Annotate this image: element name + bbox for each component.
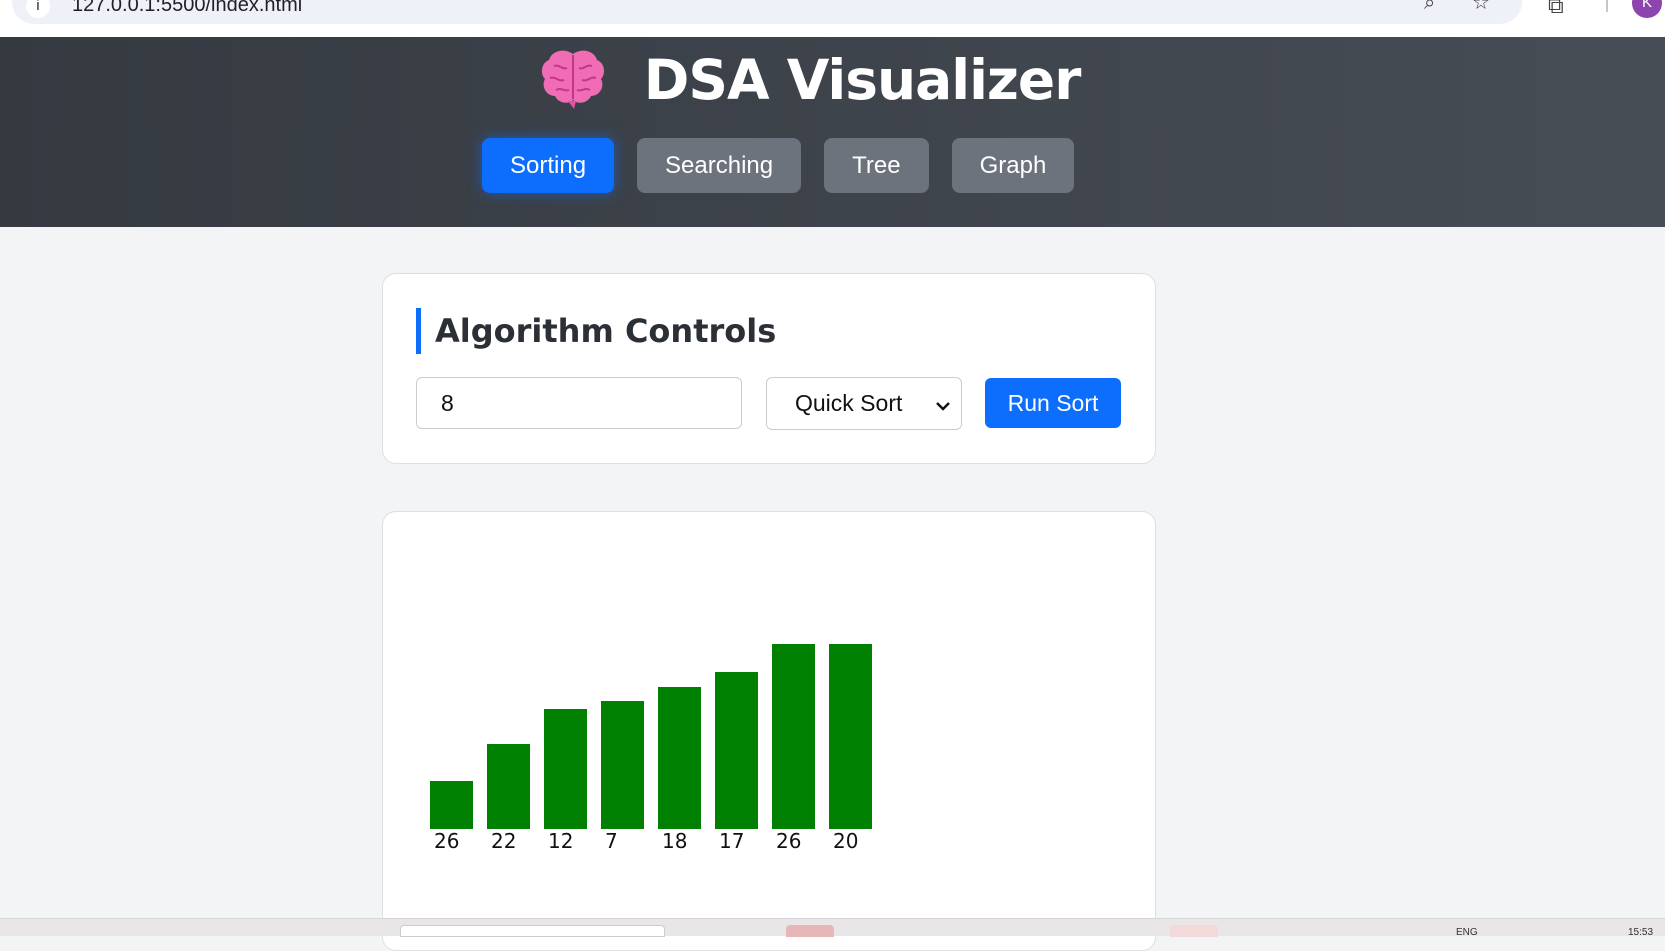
main-nav: Sorting Searching Tree Graph bbox=[482, 138, 1075, 193]
controls-title: Algorithm Controls bbox=[416, 308, 776, 354]
browser-toolbar: i 127.0.0.1:5500/index.html ⌕ ☆ ⧉ K bbox=[0, 0, 1665, 37]
app-brand: DSA Visualizer bbox=[0, 45, 1620, 116]
bar-value-label: 20 bbox=[833, 829, 859, 853]
site-info-icon[interactable]: i bbox=[26, 0, 50, 18]
taskbar-app[interactable] bbox=[1170, 925, 1218, 937]
bar-value-label: 12 bbox=[548, 829, 574, 853]
chevron-down-icon bbox=[933, 378, 953, 429]
bar-column: 18 bbox=[658, 542, 702, 853]
taskbar-language[interactable]: ENG bbox=[1456, 927, 1478, 938]
array-bar bbox=[829, 644, 872, 829]
app-header: DSA Visualizer Sorting Searching Tree Gr… bbox=[0, 37, 1665, 227]
taskbar-clock[interactable]: 15:53 bbox=[1628, 927, 1653, 938]
array-bar bbox=[601, 701, 644, 829]
tab-graph[interactable]: Graph bbox=[951, 138, 1075, 193]
visualizer-card: 26 22 12 7 18 17 26 20 bbox=[382, 511, 1156, 951]
os-taskbar: ENG 15:53 bbox=[0, 918, 1665, 938]
bar-value-label: 22 bbox=[491, 829, 517, 853]
tab-searching[interactable]: Searching bbox=[637, 138, 802, 193]
address-bar[interactable]: i 127.0.0.1:5500/index.html ⌕ ☆ bbox=[12, 0, 1522, 24]
bar-value-label: 7 bbox=[605, 829, 618, 853]
brain-icon bbox=[541, 50, 604, 109]
app-title: DSA Visualizer bbox=[643, 48, 1082, 112]
profile-avatar[interactable]: K bbox=[1632, 0, 1662, 18]
array-bar bbox=[430, 781, 473, 829]
bookmark-star-icon[interactable]: ☆ bbox=[1472, 0, 1490, 14]
bar-column: 17 bbox=[715, 542, 759, 853]
bar-column: 26 bbox=[772, 542, 816, 853]
algorithm-controls-card: Algorithm Controls Quick Sort Run Sort bbox=[382, 273, 1156, 464]
bar-column: 12 bbox=[544, 542, 588, 853]
bar-column: 26 bbox=[430, 542, 474, 853]
tab-sorting[interactable]: Sorting bbox=[482, 138, 615, 193]
toolbar-divider bbox=[1606, 0, 1608, 12]
array-size-input[interactable] bbox=[416, 377, 742, 429]
address-url[interactable]: 127.0.0.1:5500/index.html bbox=[72, 0, 302, 16]
bar-column: 7 bbox=[601, 542, 645, 853]
array-bar bbox=[715, 672, 758, 829]
taskbar-app[interactable] bbox=[786, 925, 834, 937]
tab-tree[interactable]: Tree bbox=[824, 138, 929, 193]
run-sort-button[interactable]: Run Sort bbox=[985, 378, 1121, 428]
bar-value-label: 17 bbox=[719, 829, 745, 853]
algorithm-select-value: Quick Sort bbox=[795, 390, 903, 416]
bar-value-label: 18 bbox=[662, 829, 688, 853]
bar-chart: 26 22 12 7 18 17 26 20 bbox=[430, 542, 950, 853]
array-bar bbox=[544, 709, 587, 829]
array-bar bbox=[772, 644, 815, 829]
bar-column: 20 bbox=[829, 542, 873, 853]
taskbar-search[interactable] bbox=[400, 925, 665, 937]
array-bar bbox=[487, 744, 530, 829]
zoom-icon[interactable]: ⌕ bbox=[1424, 0, 1435, 14]
bar-value-label: 26 bbox=[434, 829, 460, 853]
extensions-icon[interactable]: ⧉ bbox=[1548, 0, 1564, 19]
bar-column: 22 bbox=[487, 542, 531, 853]
array-bar bbox=[658, 687, 701, 829]
bar-value-label: 26 bbox=[776, 829, 802, 853]
algorithm-select[interactable]: Quick Sort bbox=[766, 377, 962, 430]
